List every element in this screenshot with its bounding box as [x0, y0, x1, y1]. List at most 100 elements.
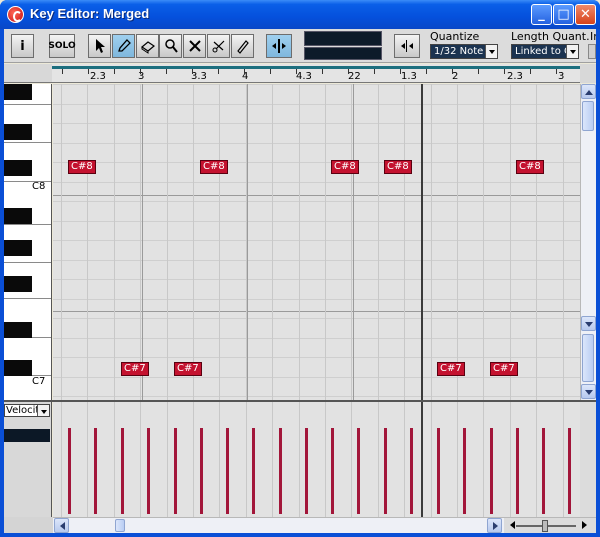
position-display [304, 31, 382, 46]
scroll-left-button[interactable] [54, 518, 69, 533]
ruler-label: 3 [138, 71, 145, 82]
black-key[interactable] [4, 124, 32, 140]
velocity-bar[interactable] [94, 428, 97, 514]
velocity-bar[interactable] [357, 428, 360, 514]
ruler-tick [270, 69, 271, 74]
velocity-bar[interactable] [226, 428, 229, 514]
scroll-up-button[interactable] [581, 84, 596, 99]
auto-scroll-button[interactable] [266, 34, 292, 58]
arrow-tool[interactable] [88, 34, 111, 58]
black-key[interactable] [4, 276, 32, 292]
window-title: Key Editor: Merged [30, 6, 150, 21]
zoom-thumb[interactable] [542, 520, 548, 532]
toolbar-scroll[interactable] [588, 44, 596, 59]
grid-beat-line [431, 84, 432, 400]
velocity-lane[interactable] [53, 402, 580, 517]
close-button[interactable]: ✕ [575, 4, 596, 25]
app-icon[interactable] [7, 6, 24, 23]
info-button[interactable]: i [11, 34, 34, 58]
split-tool[interactable] [207, 34, 230, 58]
midi-note[interactable]: C#7 [437, 362, 465, 376]
velocity-bar[interactable] [384, 428, 387, 514]
zoom-tool[interactable] [159, 34, 182, 58]
velocity-bar[interactable] [331, 428, 334, 514]
ruler-tick [192, 69, 193, 74]
solo-button-label: SOLO [48, 41, 76, 51]
grid-row-line [53, 396, 580, 397]
scroll-right-button[interactable] [487, 518, 502, 533]
midi-note[interactable]: C#7 [490, 362, 518, 376]
eraser-tool[interactable] [136, 34, 159, 58]
solo-button[interactable]: SOLO [48, 34, 76, 58]
maximize-button[interactable]: □ [553, 4, 574, 25]
controller-select[interactable]: Velocity [4, 404, 50, 417]
velocity-bar[interactable] [568, 428, 571, 514]
zoom-in-icon[interactable] [582, 521, 591, 529]
black-key[interactable] [4, 160, 32, 176]
lane-grid-line [246, 402, 247, 517]
midi-note[interactable]: C#7 [121, 362, 149, 376]
horizontal-scroll-thumb[interactable] [115, 519, 125, 532]
snap-button[interactable] [394, 34, 420, 58]
velocity-bar[interactable] [490, 428, 493, 514]
split-icon [401, 40, 413, 52]
piano-keyboard[interactable]: C8 C7 [4, 84, 52, 400]
vertical-scrollbar[interactable] [580, 84, 596, 400]
zoom-down-button[interactable] [581, 384, 596, 399]
velocity-bar[interactable] [305, 428, 308, 514]
horizontal-scrollbar[interactable] [53, 517, 504, 533]
grid-bar-line [142, 84, 143, 400]
velocity-bar[interactable] [252, 428, 255, 514]
velocity-bar[interactable] [200, 428, 203, 514]
midi-note[interactable]: C#8 [200, 160, 228, 174]
grid-row-line [53, 338, 580, 339]
horizontal-zoom-slider[interactable] [504, 517, 596, 533]
midi-note[interactable]: C#8 [68, 160, 96, 174]
ruler-label: 4.3 [296, 71, 312, 82]
velocity-bar[interactable] [542, 428, 545, 514]
black-key[interactable] [4, 322, 32, 338]
black-key[interactable] [4, 208, 32, 224]
note-grid[interactable]: C#8 C#8 C#8 C#8 C#8 C#7 C#7 C#7 C#7 [53, 84, 580, 400]
pencil-icon [117, 39, 131, 52]
scissors-icon [212, 40, 224, 53]
black-key[interactable] [4, 240, 32, 256]
title-bar[interactable]: Key Editor: Merged _ □ ✕ [0, 0, 600, 29]
velocity-bar[interactable] [121, 428, 124, 514]
grid-beat-line [87, 84, 88, 400]
velocity-bar[interactable] [174, 428, 177, 514]
grid-beat-line [299, 84, 300, 400]
black-key[interactable] [4, 360, 32, 376]
lane-grid-line [536, 402, 537, 517]
minimize-button[interactable]: _ [531, 4, 552, 25]
velocity-bar[interactable] [410, 428, 413, 514]
velocity-bar[interactable] [279, 428, 282, 514]
midi-note[interactable]: C#8 [331, 160, 359, 174]
timeline-ruler[interactable]: 2.3 3 3.3 4 4.3 22 1.3 2 2.3 3 [52, 64, 580, 83]
ruler-corner [4, 64, 52, 83]
glue-tool[interactable] [231, 34, 254, 58]
velocity-bar[interactable] [68, 428, 71, 514]
zoom-out-icon[interactable] [506, 521, 515, 529]
midi-note[interactable]: C#8 [384, 160, 412, 174]
velocity-bar[interactable] [437, 428, 440, 514]
ruler-label: 1.3 [401, 71, 417, 82]
pencil-tool[interactable] [112, 34, 135, 58]
length-display [304, 47, 382, 60]
black-key[interactable] [4, 84, 32, 100]
velocity-bar[interactable] [147, 428, 150, 514]
velocity-bar[interactable] [516, 428, 519, 514]
length-quantize-select[interactable]: Linked to Q [511, 44, 579, 59]
lane-grid-line [61, 402, 62, 517]
velocity-bar[interactable] [463, 428, 466, 514]
quantize-select[interactable]: 1/32 Note [430, 44, 498, 59]
scroll-down-button[interactable] [581, 316, 596, 331]
midi-note[interactable]: C#8 [516, 160, 544, 174]
midi-note[interactable]: C#7 [174, 362, 202, 376]
ruler-tick [322, 69, 323, 74]
vertical-zoom-thumb[interactable] [582, 334, 594, 382]
mute-tool[interactable] [183, 34, 206, 58]
project-cursor[interactable] [421, 84, 423, 400]
info-button-label: i [20, 38, 25, 54]
vertical-scroll-thumb[interactable] [582, 101, 594, 131]
